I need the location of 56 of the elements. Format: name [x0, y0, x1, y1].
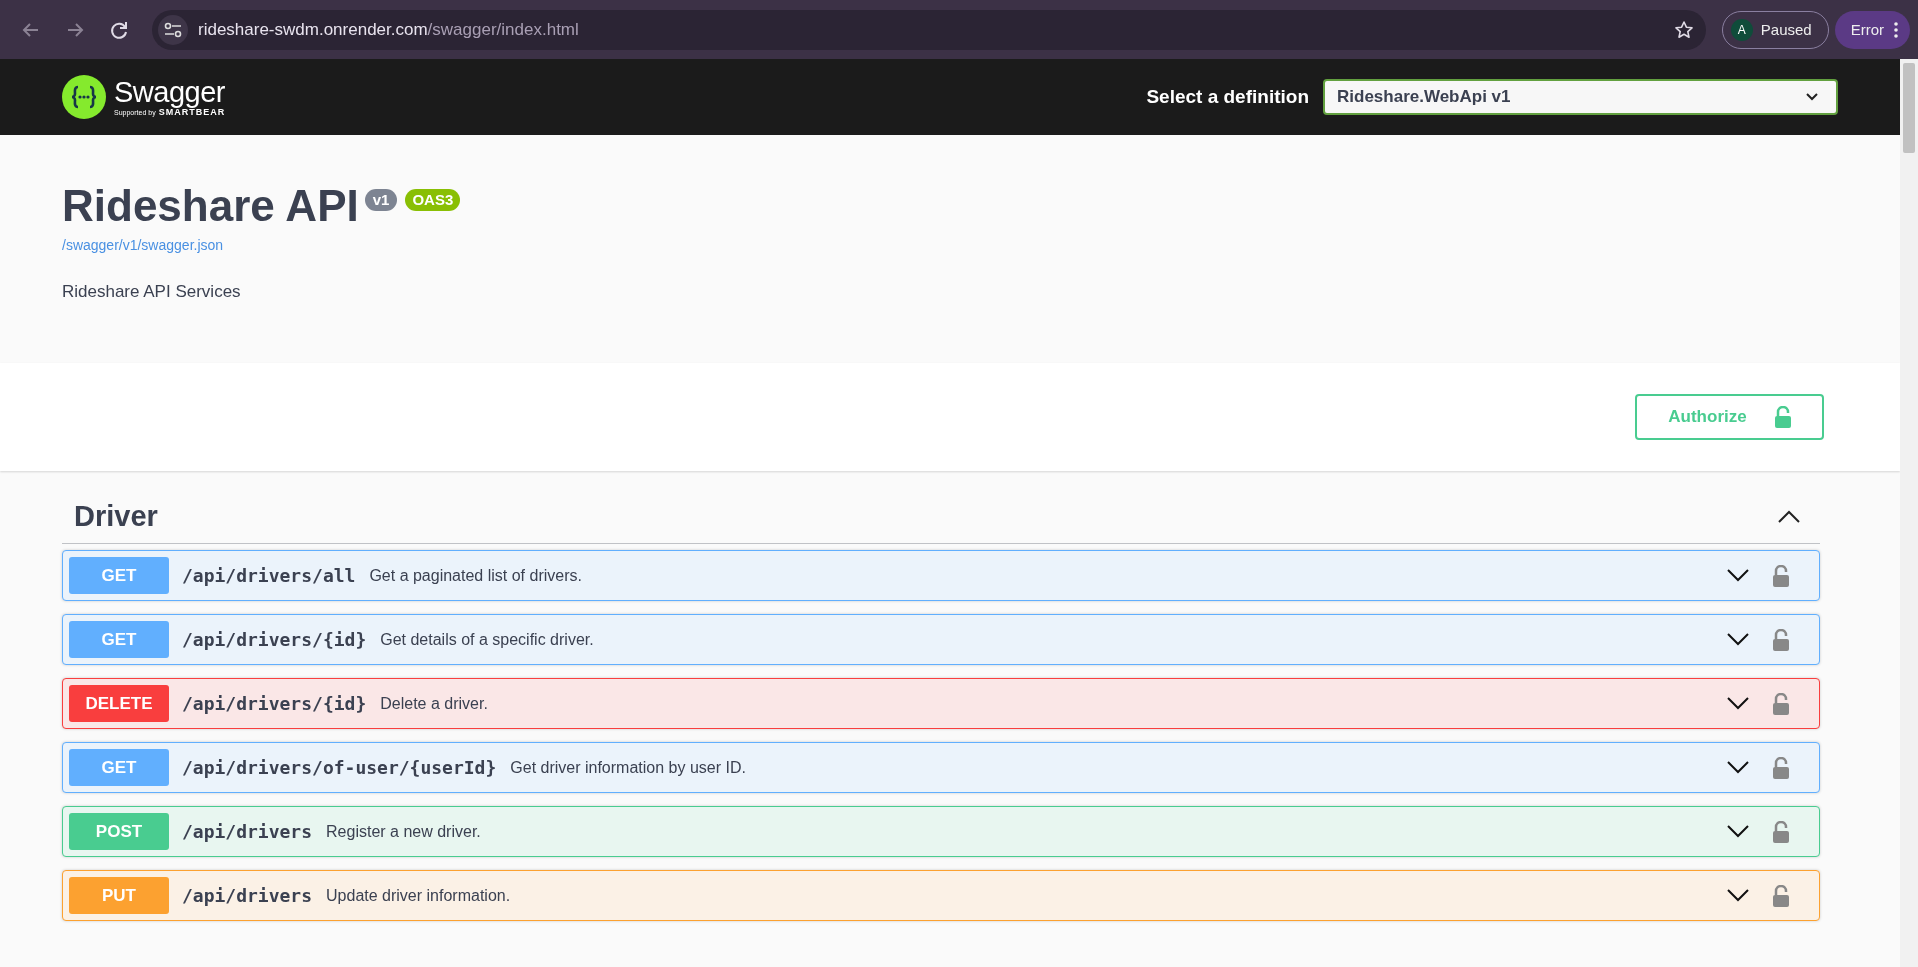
- operation-row[interactable]: PUT /api/drivers Update driver information.: [62, 870, 1820, 921]
- endpoint-summary: Update driver information.: [326, 886, 512, 905]
- chevron-down-icon[interactable]: [1727, 761, 1749, 774]
- definition-label: Select a definition: [1146, 86, 1309, 108]
- endpoint-path: /api/drivers: [182, 821, 313, 842]
- scrollbar-thumb[interactable]: [1903, 63, 1915, 153]
- chevron-down-icon[interactable]: [1727, 697, 1749, 710]
- chevron-down-icon[interactable]: [1727, 569, 1749, 582]
- definition-dropdown[interactable]: Rideshare.WebApi v1: [1323, 79, 1838, 115]
- padlock-icon: [1774, 406, 1791, 428]
- star-icon[interactable]: [1673, 19, 1694, 40]
- endpoint-summary: Get driver information by user ID.: [510, 758, 747, 777]
- operation-row[interactable]: POST /api/drivers Register a new driver.: [62, 806, 1820, 857]
- endpoint-summary: Delete a driver.: [380, 694, 489, 713]
- method-badge: GET: [69, 621, 169, 658]
- kebab-menu-icon: [1894, 21, 1898, 38]
- method-badge: DELETE: [69, 685, 169, 722]
- method-badge: GET: [69, 557, 169, 594]
- endpoint-path: /api/drivers: [182, 885, 313, 906]
- chevron-down-icon: [1806, 93, 1818, 101]
- method-badge: POST: [69, 813, 169, 850]
- endpoint-path: /api/drivers/all: [182, 565, 356, 586]
- endpoint-summary: Register a new driver.: [326, 822, 482, 841]
- endpoint-summary: Get a paginated list of drivers.: [369, 566, 583, 585]
- padlock-icon[interactable]: [1773, 820, 1789, 843]
- endpoint-path: /api/drivers/{id}: [182, 629, 367, 650]
- operation-row[interactable]: GET /api/drivers/{id} Get details of a specific driver.: [62, 614, 1820, 665]
- swagger-logo-icon: [62, 75, 106, 119]
- endpoint-path: /api/drivers/{id}: [182, 693, 367, 714]
- version-badge: v1: [364, 189, 398, 211]
- padlock-icon[interactable]: [1773, 692, 1789, 715]
- padlock-icon[interactable]: [1773, 564, 1789, 587]
- endpoint-path: /api/drivers/of-user/{userId}: [182, 757, 497, 778]
- oas-badge: OAS3: [405, 189, 461, 211]
- operation-row[interactable]: GET /api/drivers/all Get a paginated list of drivers.: [62, 550, 1820, 601]
- padlock-icon[interactable]: [1773, 628, 1789, 651]
- operation-row[interactable]: GET /api/drivers/of-user/{userId} Get driver information by user ID.: [62, 742, 1820, 793]
- error-button[interactable]: Error: [1834, 10, 1910, 49]
- chevron-up-icon[interactable]: [1778, 509, 1800, 523]
- logo-brand: SMARTBEAR: [158, 107, 226, 117]
- avatar-initial: A: [1730, 18, 1753, 41]
- chevron-down-icon[interactable]: [1727, 889, 1749, 902]
- api-description: Rideshare API Services: [62, 282, 242, 302]
- chevron-down-icon[interactable]: [1727, 825, 1749, 838]
- method-badge: GET: [69, 749, 169, 786]
- tag-heading[interactable]: Driver: [74, 499, 158, 533]
- operation-row[interactable]: DELETE /api/drivers/{id} Delete a driver.: [62, 678, 1820, 729]
- profile-status: Paused: [1760, 21, 1812, 38]
- padlock-icon[interactable]: [1773, 756, 1789, 779]
- chevron-down-icon[interactable]: [1727, 633, 1749, 646]
- method-badge: PUT: [69, 877, 169, 914]
- api-title: Rideshare API: [62, 181, 359, 231]
- padlock-icon[interactable]: [1773, 884, 1789, 907]
- site-settings-icon[interactable]: [164, 21, 182, 38]
- logo-wordmark: Swagger: [114, 77, 226, 107]
- endpoint-summary: Get details of a specific driver.: [380, 630, 595, 649]
